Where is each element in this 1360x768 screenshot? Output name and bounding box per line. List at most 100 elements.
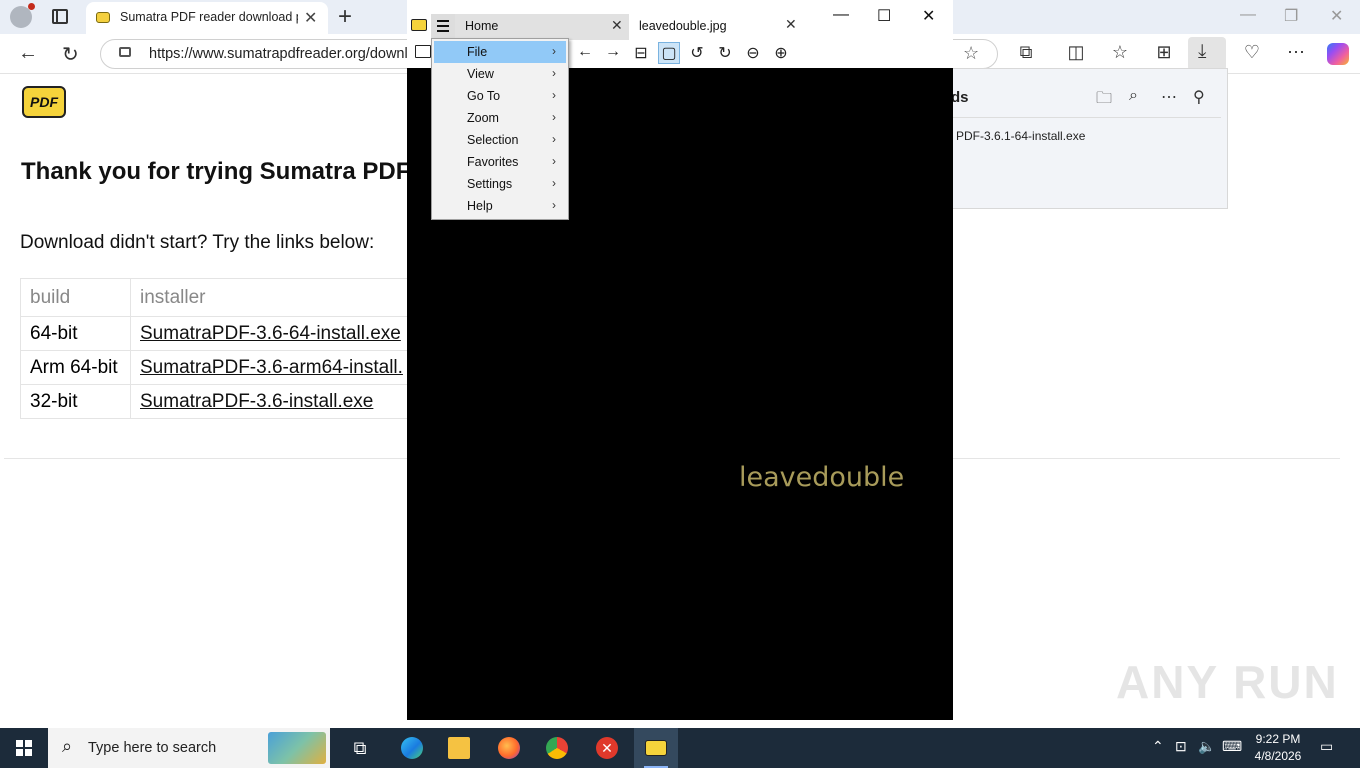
new-tab-button[interactable]: + <box>338 3 352 31</box>
taskbar-app-sumatra[interactable] <box>634 728 678 768</box>
download-table: build installer 64-bit SumatraPDF-3.6-64… <box>20 278 431 419</box>
build-cell: Arm 64-bit <box>20 350 131 385</box>
restore-icon[interactable]: ❐ <box>1284 6 1298 26</box>
lock-icon[interactable] <box>119 47 131 57</box>
close-window-icon[interactable]: ✕ <box>922 6 935 26</box>
task-view-button[interactable]: ⧉ <box>338 728 382 768</box>
prev-page-icon[interactable]: ← <box>574 43 596 61</box>
page-subtext: Download didn't start? Try the links bel… <box>20 232 375 253</box>
clock-time: 9:22 PM <box>1255 732 1301 746</box>
collections-icon[interactable]: ⊞ <box>1150 42 1178 63</box>
table-row: Arm 64-bit SumatraPDF-3.6-arm64-install. <box>20 350 431 385</box>
show-hidden-icons[interactable]: ⌃ <box>1152 738 1164 755</box>
taskbar-app-chrome[interactable] <box>535 728 579 768</box>
downloads-panel: ds 🗀 ⌕ ⋯ ⚲ PDF-3.6.1-64-install.exe <box>950 68 1228 209</box>
search-placeholder: Type here to search <box>88 740 217 756</box>
divider <box>951 117 1221 118</box>
extensions-icon[interactable]: ⧉ <box>1012 42 1040 63</box>
menu-item-label: Go To <box>467 89 501 103</box>
refresh-icon[interactable]: ↻ <box>62 42 79 67</box>
table-row: 64-bit SumatraPDF-3.6-64-install.exe <box>20 316 431 351</box>
submenu-arrow-icon: › <box>552 198 556 212</box>
profile-avatar[interactable] <box>10 3 35 28</box>
menu-item-settings[interactable]: Settings › <box>434 173 566 195</box>
menu-item-file[interactable]: File › <box>434 41 566 63</box>
tab-title: Sumatra PDF reader download pa <box>120 10 298 24</box>
menu-item-view[interactable]: View › <box>434 63 566 85</box>
taskbar-app-edge[interactable] <box>390 728 434 768</box>
download-item[interactable]: PDF-3.6.1-64-install.exe <box>956 129 1085 143</box>
menu-item-label: View <box>467 67 494 81</box>
menu-item-label: Zoom <box>467 111 499 125</box>
continuous-layout-icon[interactable]: ⊟ <box>630 43 652 63</box>
more-icon[interactable]: ⋯ <box>1161 87 1177 107</box>
network-icon[interactable]: ⊡ <box>1175 738 1187 755</box>
menu-item-favorites[interactable]: Favorites › <box>434 151 566 173</box>
tab-close-icon[interactable]: ✕ <box>304 8 317 28</box>
rotate-right-icon[interactable]: ↻ <box>714 43 736 63</box>
start-button[interactable] <box>16 740 32 756</box>
menu-item-selection[interactable]: Selection › <box>434 129 566 151</box>
taskbar-search-box[interactable]: ⌕ Type here to search <box>48 728 330 768</box>
volume-icon[interactable]: 🔈 <box>1198 738 1215 755</box>
menu-item-label: Favorites <box>467 155 519 169</box>
more-options-icon[interactable]: ⋯ <box>1282 42 1310 63</box>
submenu-arrow-icon: › <box>552 132 556 146</box>
maximize-icon[interactable]: ☐ <box>877 6 891 26</box>
back-icon[interactable]: ← <box>18 42 38 65</box>
open-folder-icon[interactable]: 🗀 <box>1096 87 1112 114</box>
installer-link[interactable]: SumatraPDF-3.6-install.exe <box>140 391 373 412</box>
edge-icon <box>401 737 423 759</box>
clock-date: 4/8/2026 <box>1254 749 1302 763</box>
tab-close-icon[interactable]: ✕ <box>785 16 797 33</box>
sumatra-tab-home[interactable]: Home ✕ <box>455 14 629 40</box>
taskbar-app-unknown[interactable]: ✕ <box>585 728 629 768</box>
submenu-arrow-icon: › <box>552 44 556 58</box>
installer-link[interactable]: SumatraPDF-3.6-64-install.exe <box>140 323 401 344</box>
hamburger-menu-button[interactable] <box>431 14 455 38</box>
close-window-icon[interactable]: ✕ <box>1330 6 1343 26</box>
rotate-left-icon[interactable]: ↺ <box>686 43 708 63</box>
tab-close-icon[interactable]: ✕ <box>611 17 623 34</box>
menu-item-goto[interactable]: Go To › <box>434 85 566 107</box>
menu-item-zoom[interactable]: Zoom › <box>434 107 566 129</box>
zoom-out-icon[interactable]: ⊖ <box>742 43 764 63</box>
table-header-build: build <box>20 278 131 317</box>
watermark: ANY RUN <box>1116 656 1339 708</box>
menu-item-label: Help <box>467 199 493 213</box>
chrome-icon <box>546 737 568 759</box>
taskbar-app-explorer[interactable] <box>437 728 481 768</box>
url-text: https://www.sumatrapdfreader.org/downl <box>149 46 408 62</box>
browser-essentials-icon[interactable]: ♡ <box>1238 42 1266 63</box>
open-file-icon[interactable] <box>415 45 431 58</box>
zoom-in-icon[interactable]: ⊕ <box>770 43 792 63</box>
browser-tab-active[interactable]: Sumatra PDF reader download pa ✕ <box>86 2 328 34</box>
page-heading: Thank you for trying Sumatra PDF. <box>21 158 415 185</box>
sumatra-app-icon <box>411 19 427 31</box>
sumatra-title-bar: Home ✕ leavedouble.jpg ✕ — ☐ ✕ <box>407 0 953 40</box>
tab-label: Home <box>465 19 499 33</box>
system-clock[interactable]: 9:22 PM 4/8/2026 <box>1238 731 1318 765</box>
red-x-icon: ✕ <box>596 737 618 759</box>
menu-item-help[interactable]: Help › <box>434 195 566 217</box>
pin-icon[interactable]: ⚲ <box>1193 87 1205 107</box>
build-cell: 64-bit <box>20 316 131 351</box>
file-explorer-icon <box>448 737 470 759</box>
favorites-icon[interactable]: ☆ <box>1106 42 1134 63</box>
minimize-icon[interactable]: — <box>1240 6 1256 24</box>
favorite-star-icon[interactable]: ☆ <box>963 43 979 64</box>
downloads-button[interactable]: ⤓ <box>1188 37 1226 71</box>
single-page-icon[interactable]: ▢ <box>658 42 680 64</box>
search-icon[interactable]: ⌕ <box>1129 87 1138 105</box>
sumatra-logo[interactable]: PDF <box>22 86 66 118</box>
split-screen-icon[interactable]: ◫ <box>1062 42 1090 63</box>
next-page-icon[interactable]: → <box>602 43 624 61</box>
minimize-icon[interactable]: — <box>833 6 849 24</box>
notifications-icon[interactable]: ▭ <box>1320 738 1333 755</box>
copilot-icon[interactable] <box>1327 43 1349 65</box>
tab-actions-icon[interactable] <box>52 9 68 24</box>
sumatra-main-menu: File › View › Go To › Zoom › Selection › Favo… <box>431 38 569 220</box>
installer-link[interactable]: SumatraPDF-3.6-arm64-install. <box>140 357 403 378</box>
taskbar-app-firefox[interactable] <box>487 728 531 768</box>
submenu-arrow-icon: › <box>552 176 556 190</box>
